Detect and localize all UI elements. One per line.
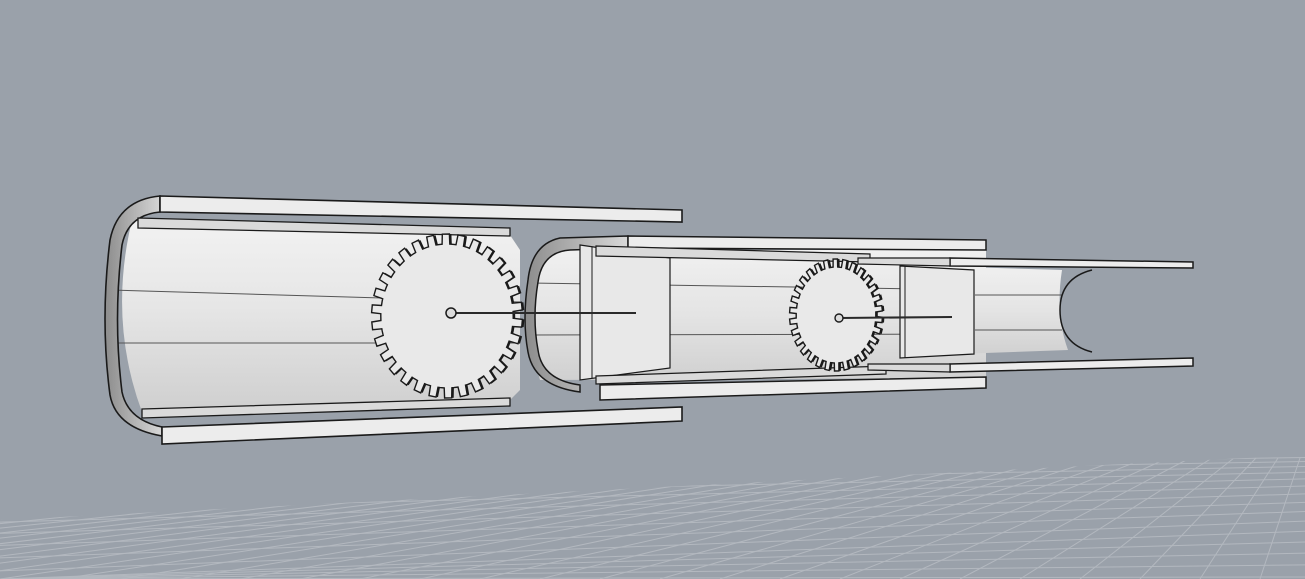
small-channel-tube[interactable]: [857, 257, 1194, 373]
large-tube-top-flange: [159, 195, 683, 223]
medium-tube-top-flange: [627, 235, 987, 251]
small-tube-end-profile: [1059, 269, 1093, 353]
small-tube-bottom-lip: [867, 363, 951, 373]
small-tube-bottom-flange: [949, 357, 1194, 373]
small-tube-top-lip: [857, 257, 951, 267]
small-tube-bulkhead: [899, 265, 975, 359]
small-tube-top-flange: [949, 257, 1194, 269]
construction-grid: [0, 455, 1305, 579]
perspective-viewport[interactable]: [0, 0, 1305, 579]
